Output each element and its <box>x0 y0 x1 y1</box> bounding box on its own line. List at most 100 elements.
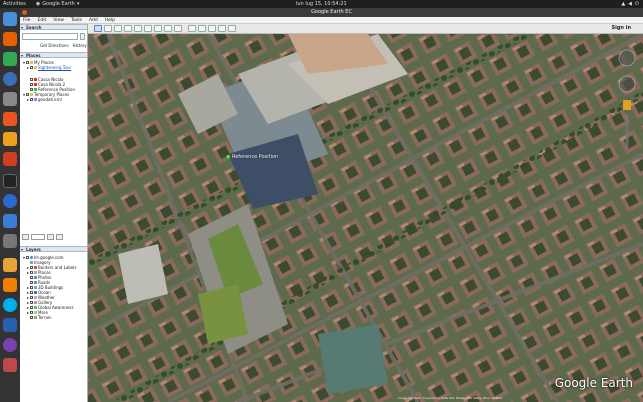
ruler-button[interactable] <box>188 25 196 32</box>
zoom-slider[interactable] <box>625 114 629 148</box>
settings-icon[interactable] <box>3 92 17 106</box>
expand-icon[interactable]: ▸ <box>27 97 29 102</box>
purple-app-icon[interactable] <box>3 338 17 352</box>
search-places-button[interactable] <box>22 234 29 240</box>
get-directions-link[interactable]: Get Directions <box>40 43 69 48</box>
files-app-icon[interactable] <box>3 12 17 26</box>
sunlight-button[interactable] <box>164 25 172 32</box>
street-view-pegman-icon[interactable] <box>623 100 631 110</box>
checkbox[interactable] <box>30 316 33 319</box>
planets-button[interactable] <box>174 25 182 32</box>
checkbox[interactable] <box>30 271 34 274</box>
checkbox[interactable] <box>30 296 34 299</box>
places-toolbar <box>22 234 63 240</box>
chrome-icon[interactable] <box>3 52 17 66</box>
history-link[interactable]: History <box>73 43 87 48</box>
checkbox[interactable] <box>30 276 33 279</box>
firefox-icon[interactable] <box>3 32 17 46</box>
app-menu-label: Google Earth <box>42 1 75 7</box>
sidebar-toggle-button[interactable] <box>94 25 102 32</box>
close-icon[interactable] <box>22 10 27 15</box>
clock[interactable]: lun lug 15, 10:54:21 <box>296 1 347 7</box>
map-view[interactable]: ● Reference Position Google Earth Image … <box>88 34 643 402</box>
email-button[interactable] <box>198 25 206 32</box>
down-button[interactable] <box>56 234 63 240</box>
checkbox[interactable] <box>30 286 34 289</box>
disk-icon[interactable] <box>3 234 17 248</box>
checkbox[interactable] <box>26 256 30 259</box>
expand-icon[interactable]: ▾ <box>23 255 25 260</box>
menu-add[interactable]: Add <box>89 18 98 23</box>
save-image-button[interactable] <box>218 25 226 32</box>
tool-icon[interactable] <box>3 358 17 372</box>
search-panel-header[interactable]: Search <box>20 24 87 30</box>
look-control[interactable] <box>618 49 636 67</box>
checkbox[interactable] <box>30 78 33 81</box>
layers-panel-header[interactable]: Layers <box>20 246 87 252</box>
expand-icon[interactable]: ▾ <box>23 60 25 65</box>
add-overlay-button[interactable] <box>134 25 142 32</box>
up-button[interactable] <box>47 234 54 240</box>
window-title: Google Earth EC <box>311 9 352 15</box>
gear-icon[interactable] <box>3 152 17 166</box>
activities-button[interactable]: Activities <box>3 1 26 7</box>
tree-item-geodati[interactable]: ▸ geodati.kml <box>22 97 87 102</box>
checkbox[interactable] <box>30 311 34 314</box>
network-icon: ▲ <box>621 1 626 7</box>
package-icon[interactable] <box>3 214 17 228</box>
app-menu[interactable]: ◉ Google Earth ▾ <box>36 1 80 7</box>
menu-help[interactable]: Help <box>105 18 115 23</box>
music-icon[interactable] <box>3 258 17 272</box>
expand-icon[interactable]: ▾ <box>23 92 25 97</box>
info-icon[interactable] <box>3 194 17 208</box>
checkbox[interactable] <box>30 88 33 91</box>
places-filter-input[interactable] <box>31 234 45 240</box>
placemark-icon: ● <box>226 154 231 160</box>
menu-file[interactable]: File <box>23 18 31 23</box>
add-polygon-button[interactable] <box>114 25 122 32</box>
checkbox[interactable] <box>26 61 30 64</box>
places-panel-header[interactable]: Places <box>20 52 87 58</box>
power-icon: ⏻ <box>635 1 639 7</box>
checkbox[interactable] <box>30 281 33 284</box>
layer-item[interactable]: Terrain <box>22 315 87 320</box>
menu-edit[interactable]: Edit <box>38 18 47 23</box>
checkbox[interactable] <box>30 266 34 269</box>
gallery-icon <box>34 301 38 304</box>
search-input[interactable] <box>22 33 78 40</box>
vlc-icon[interactable] <box>3 278 17 292</box>
checkbox[interactable] <box>30 83 33 86</box>
checkbox[interactable] <box>26 93 30 96</box>
menu-view[interactable]: View <box>53 18 64 23</box>
expand-icon[interactable]: ▸ <box>27 270 29 275</box>
placemark-icon <box>34 83 37 86</box>
add-path-button[interactable] <box>124 25 132 32</box>
software-center-icon[interactable] <box>3 112 17 126</box>
amazon-icon[interactable] <box>3 132 17 146</box>
add-placemark-button[interactable] <box>104 25 112 32</box>
reference-position-marker[interactable]: ● Reference Position <box>226 154 278 160</box>
sign-in-link[interactable]: Sign in <box>612 25 631 31</box>
record-tour-button[interactable] <box>144 25 152 32</box>
historical-imagery-button[interactable] <box>154 25 162 32</box>
satellite-imagery <box>88 34 643 402</box>
search-button[interactable] <box>80 33 85 40</box>
checkbox[interactable] <box>30 306 34 309</box>
libreoffice-icon[interactable] <box>3 318 17 332</box>
more-icon <box>34 311 38 314</box>
expand-icon[interactable]: ▸ <box>27 310 29 315</box>
checkbox[interactable] <box>30 291 34 294</box>
checkbox[interactable] <box>30 66 34 69</box>
system-tray[interactable]: ▲ ◀ ⏻ <box>621 1 639 7</box>
checkbox[interactable] <box>30 301 34 304</box>
view-in-maps-button[interactable] <box>228 25 236 32</box>
move-control[interactable] <box>618 75 636 93</box>
google-earth-icon[interactable] <box>3 72 17 86</box>
checkbox[interactable] <box>30 98 34 101</box>
skype-icon[interactable] <box>3 298 17 312</box>
expand-icon[interactable]: ▸ <box>27 65 29 70</box>
terminal-icon[interactable] <box>3 174 17 188</box>
menu-tools[interactable]: Tools <box>71 18 82 23</box>
print-button[interactable] <box>208 25 216 32</box>
